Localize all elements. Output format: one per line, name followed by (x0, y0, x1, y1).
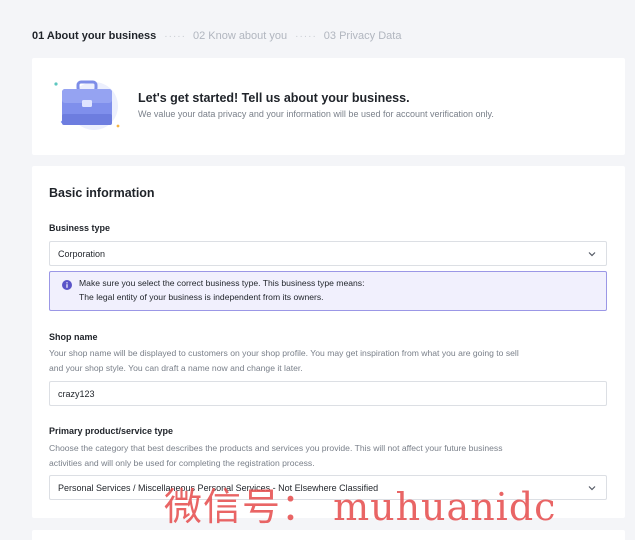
intro-subtitle: We value your data privacy and your info… (138, 109, 494, 119)
step-separator: ····· (295, 30, 317, 42)
chevron-down-icon (588, 252, 596, 257)
business-type-select[interactable]: Corporation (49, 241, 607, 266)
step-2[interactable]: 02 Know about you (193, 30, 287, 42)
shop-name-help: Your shop name will be displayed to cust… (49, 346, 605, 375)
shop-name-help-line-1: Your shop name will be displayed to cust… (49, 348, 519, 358)
shop-name-input[interactable]: crazy123 (49, 381, 607, 406)
business-type-info-box: Make sure you select the correct busines… (49, 271, 607, 311)
chevron-down-icon (588, 486, 596, 491)
shop-name-help-line-2: and your shop style. You can draft a nam… (49, 362, 303, 373)
info-text: Make sure you select the correct busines… (79, 277, 364, 304)
category-help: Choose the category that best describes … (49, 441, 605, 470)
business-type-label: Business type (49, 223, 111, 233)
basic-info-card: Basic information Business type Corporat… (32, 166, 625, 518)
step-1[interactable]: 01 About your business (32, 30, 156, 42)
step-separator: ····· (164, 30, 186, 42)
next-card-edge (32, 530, 625, 540)
shop-name-label: Shop name (49, 332, 98, 342)
shop-name-value: crazy123 (58, 388, 95, 399)
info-icon (62, 280, 72, 290)
briefcase-illustration-icon (54, 80, 120, 130)
info-line-1: Make sure you select the correct busines… (79, 278, 365, 288)
category-help-line-2: activities and will only be used for com… (49, 457, 315, 468)
business-type-value: Corporation (58, 248, 106, 259)
watermark-text: 微信号： muhuanidc (164, 485, 557, 529)
intro-title: Let's get started! Tell us about your bu… (138, 91, 410, 105)
step-indicator: 01 About your business ····· 02 Know abo… (18, 20, 635, 52)
section-title: Basic information (49, 186, 155, 200)
intro-card: Let's get started! Tell us about your bu… (32, 58, 625, 155)
info-line-2: The legal entity of your business is ind… (79, 291, 324, 302)
step-3[interactable]: 03 Privacy Data (324, 30, 402, 42)
category-label: Primary product/service type (49, 426, 174, 436)
category-help-line-1: Choose the category that best describes … (49, 443, 503, 453)
